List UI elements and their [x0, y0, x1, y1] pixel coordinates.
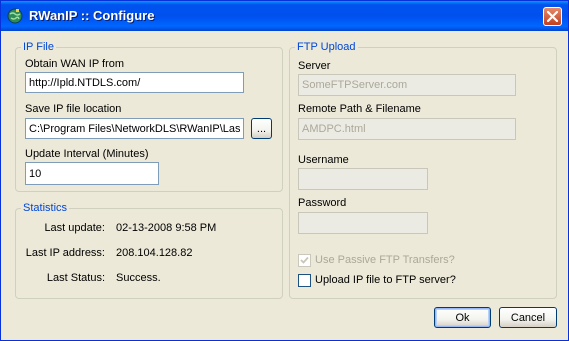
update-interval-label: Update Interval (Minutes): [25, 148, 149, 160]
last-ip-value: 208.104.128.82: [116, 247, 193, 259]
cancel-button[interactable]: Cancel: [499, 307, 557, 328]
window-title: RWanIP :: Configure: [29, 8, 155, 23]
username-label: Username: [298, 154, 349, 166]
passive-ftp-label: Use Passive FTP Transfers?: [315, 254, 455, 266]
save-location-label: Save IP file location: [25, 103, 122, 115]
save-location-input[interactable]: [25, 118, 244, 139]
password-input[interactable]: [298, 212, 428, 234]
close-icon: [547, 11, 558, 22]
remote-path-input[interactable]: [298, 118, 516, 140]
title-bar[interactable]: RWanIP :: Configure: [1, 1, 568, 31]
username-input[interactable]: [298, 168, 428, 190]
last-status-label: Last Status:: [46, 272, 105, 284]
server-input[interactable]: [298, 74, 516, 96]
last-status-value: Success.: [116, 272, 161, 284]
checkmark-icon: [300, 256, 309, 264]
ok-button[interactable]: Ok: [434, 307, 491, 328]
statistics-legend: Statistics: [21, 202, 70, 215]
last-update-label: Last update:: [44, 222, 105, 234]
configure-dialog: RWanIP :: Configure IP File Obtain WAN I…: [0, 0, 569, 341]
ip-file-legend: IP File: [21, 41, 56, 54]
remote-path-label: Remote Path & Filename: [298, 103, 421, 115]
globe-icon: [7, 8, 23, 24]
wan-ip-label: Obtain WAN IP from: [25, 58, 125, 70]
last-update-value: 02-13-2008 9:58 PM: [116, 222, 217, 234]
close-button[interactable]: [543, 7, 562, 26]
wan-ip-input[interactable]: [25, 72, 244, 93]
passive-ftp-checkbox[interactable]: [298, 254, 311, 267]
password-label: Password: [298, 197, 347, 209]
upload-ftp-label: Upload IP file to FTP server?: [315, 274, 456, 286]
upload-ftp-checkbox[interactable]: [298, 274, 311, 287]
update-interval-input[interactable]: [25, 162, 159, 185]
browse-button[interactable]: ...: [251, 118, 272, 139]
server-label: Server: [298, 60, 331, 72]
last-ip-label: Last IP address:: [25, 247, 105, 259]
ftp-upload-legend: FTP Upload: [295, 41, 358, 54]
